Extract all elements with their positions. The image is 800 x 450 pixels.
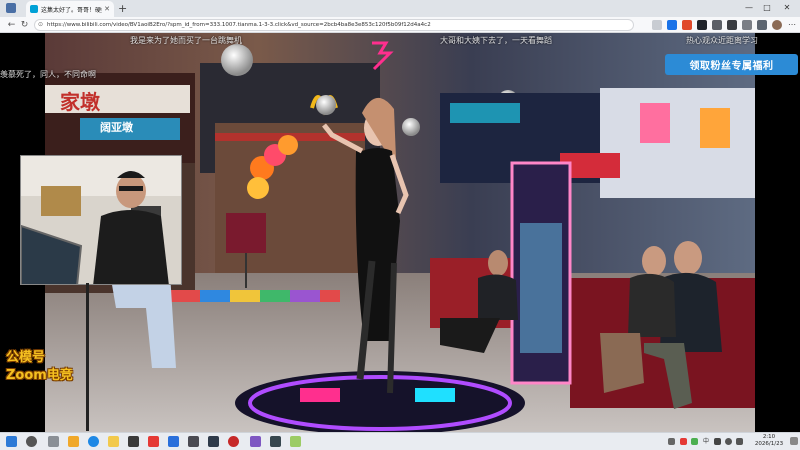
tray-app-icon[interactable] xyxy=(691,438,698,445)
clock-date: 2026/1/23 xyxy=(754,441,784,447)
extension-icon[interactable] xyxy=(667,20,677,30)
lock-icon: ⊙ xyxy=(38,21,44,28)
close-window-button[interactable]: ✕ xyxy=(780,2,794,14)
profile-avatar[interactable] xyxy=(772,20,782,30)
shop-sign: 家墩 xyxy=(60,90,100,114)
tab-active-video[interactable]: 这集太好了。哥哥！硬控你十 ✕ xyxy=(26,1,114,17)
channel-watermark: 公模号 Zoom电竞 xyxy=(6,349,73,385)
tab-title: 这集太好了。哥哥！硬控你十 xyxy=(41,6,102,14)
watermark-line: Zoom电竞 xyxy=(6,368,73,383)
extension-icon[interactable] xyxy=(697,20,707,30)
app-icon[interactable] xyxy=(208,436,219,447)
refresh-button[interactable]: ↻ xyxy=(19,18,30,32)
mic-stand xyxy=(86,283,89,431)
taskbar-clock[interactable]: 2:10 2026/1/23 xyxy=(752,434,786,448)
favorites-icon[interactable] xyxy=(742,20,752,30)
danmaku-comment: 羡慕死了，同人，不同命啊 xyxy=(0,70,96,79)
minimize-button[interactable]: — xyxy=(742,2,756,14)
tab-close-icon[interactable]: ✕ xyxy=(104,5,110,13)
extension-icon[interactable] xyxy=(682,20,692,30)
new-tab-button[interactable]: + xyxy=(118,1,127,16)
maximize-button[interactable]: □ xyxy=(760,2,774,14)
webcam-frame xyxy=(21,156,181,284)
bilibili-favicon xyxy=(30,5,38,13)
address-toolbar: ← ↻ ⊙ https://www.bilibili.com/video/BV1… xyxy=(0,17,800,33)
app-icon[interactable] xyxy=(270,436,281,447)
start-icon[interactable] xyxy=(6,436,17,447)
clock-time: 2:10 xyxy=(762,434,776,440)
tray-language[interactable]: 中 xyxy=(703,436,709,445)
tray-app-icon[interactable] xyxy=(714,438,721,445)
danmaku-comment: 热心观众近距离学习 xyxy=(686,36,758,45)
danmaku-comment: 我是来为了她而买了一台跳舞机 xyxy=(130,36,242,45)
star-icon[interactable] xyxy=(652,20,662,30)
collections-icon[interactable] xyxy=(757,20,767,30)
video-player[interactable]: 我是来为了她而买了一台跳舞机 大哥和大姨下去了，一天看舞蹈 热心观众近距离学习 … xyxy=(0,33,800,432)
app-icon[interactable] xyxy=(128,436,139,447)
windows-taskbar: 中 2:10 2026/1/23 xyxy=(0,432,800,450)
shop-sub-sign: 阔亚墩 xyxy=(100,121,133,134)
tray-chevron-icon[interactable] xyxy=(668,438,675,445)
notification-icon[interactable] xyxy=(790,437,798,445)
url-text: https://www.bilibili.com/video/BV1aoiB2E… xyxy=(47,22,431,28)
back-button[interactable]: ← xyxy=(6,18,17,32)
app-icon[interactable] xyxy=(188,436,199,447)
url-input[interactable]: ⊙ https://www.bilibili.com/video/BV1aoiB… xyxy=(34,19,634,31)
app-icon[interactable] xyxy=(290,436,301,447)
search-icon[interactable] xyxy=(26,436,37,447)
app-icon[interactable] xyxy=(68,436,79,447)
task-view-icon[interactable] xyxy=(48,436,59,447)
file-explorer-icon[interactable] xyxy=(108,436,119,447)
browser-tab-bar: 这集太好了。哥哥！硬控你十 ✕ + — □ ✕ xyxy=(0,0,800,17)
danmaku-comment: 大哥和大姨下去了，一天看舞蹈 xyxy=(440,36,552,45)
fan-benefit-button[interactable]: 领取粉丝专属福利 xyxy=(665,54,798,75)
streamer-webcam-overlay xyxy=(20,155,182,285)
edge-icon[interactable] xyxy=(88,436,99,447)
network-icon[interactable] xyxy=(736,438,743,445)
volume-icon[interactable] xyxy=(725,438,732,445)
tray-app-icon[interactable] xyxy=(680,438,687,445)
extension-icon[interactable] xyxy=(727,20,737,30)
browser-menu-icon[interactable] xyxy=(6,3,16,13)
watermark-line: 公模号 xyxy=(6,350,46,365)
extension-icon[interactable] xyxy=(712,20,722,30)
app-icon[interactable] xyxy=(250,436,261,447)
app-icon[interactable] xyxy=(148,436,159,447)
app-icon[interactable] xyxy=(168,436,179,447)
app-icon[interactable] xyxy=(228,436,239,447)
settings-menu-icon[interactable]: ⋯ xyxy=(788,19,796,31)
